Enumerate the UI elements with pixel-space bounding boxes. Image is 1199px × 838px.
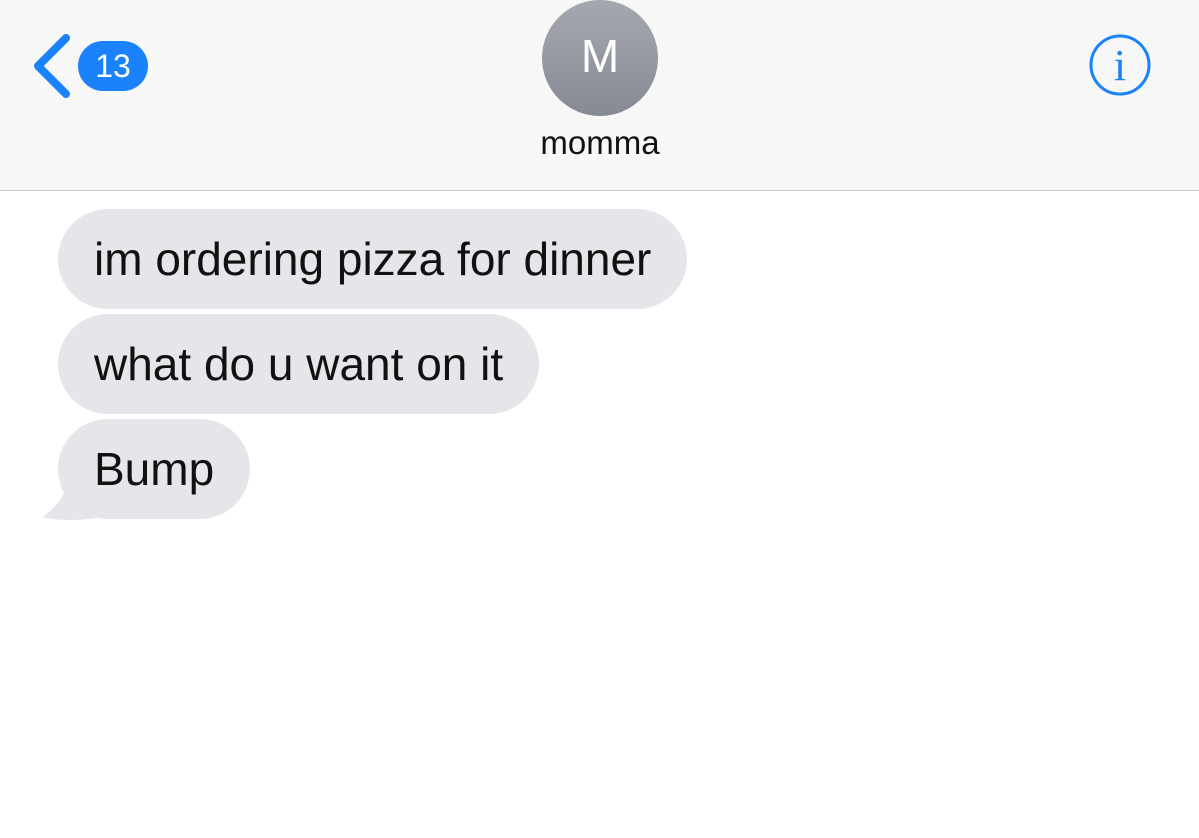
info-icon[interactable]: i	[1088, 33, 1152, 97]
unread-count-badge: 13	[78, 41, 148, 91]
message-thread: im ordering pizza for dinner what do u w…	[0, 191, 1199, 838]
contact-name[interactable]: momma	[400, 124, 800, 162]
chevron-left-icon	[34, 34, 70, 98]
conversation-header: 13 M momma i	[0, 0, 1199, 191]
contact-avatar[interactable]: M	[542, 0, 658, 116]
svg-text:i: i	[1114, 41, 1126, 90]
message-bubble[interactable]: Bump	[58, 419, 251, 519]
back-button[interactable]: 13	[30, 34, 160, 98]
message-bubble[interactable]: what do u want on it	[58, 314, 540, 414]
message-bubble[interactable]: im ordering pizza for dinner	[58, 209, 688, 309]
